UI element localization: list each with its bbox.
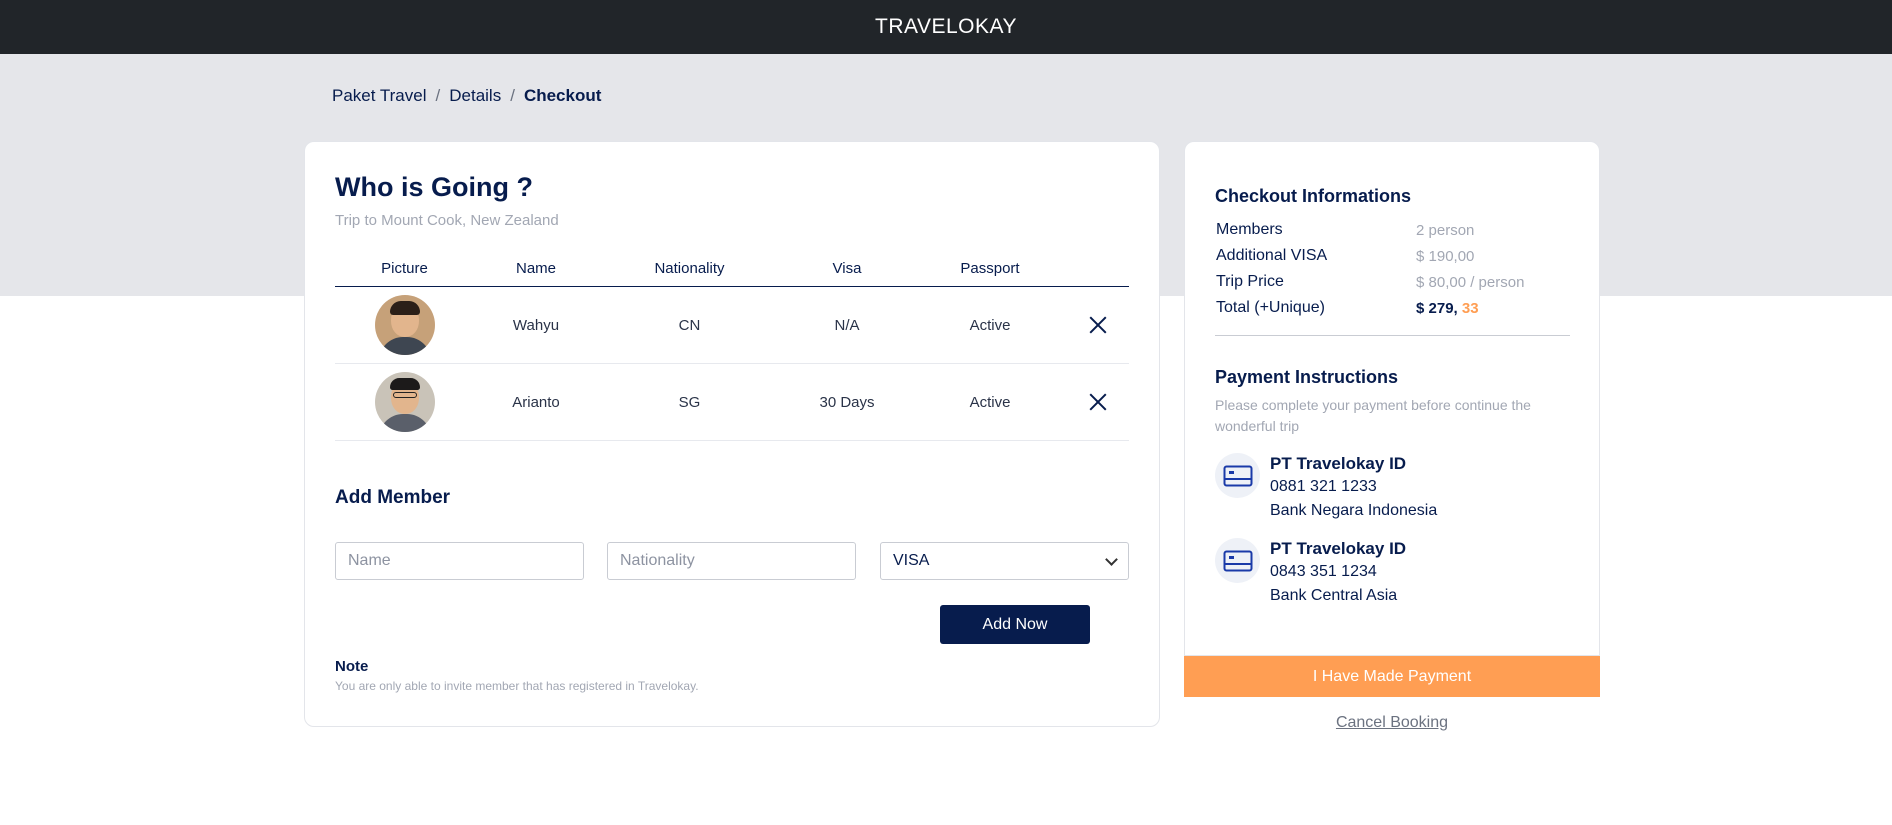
bank-account-name: PT Travelokay ID	[1270, 539, 1407, 558]
header-nationality: Nationality	[654, 259, 725, 277]
member-visa: 30 Days	[819, 393, 875, 411]
info-value: 2 person	[1416, 221, 1475, 239]
info-label: Additional VISA	[1216, 247, 1328, 264]
members-card: Who is Going ? Trip to Mount Cook, New Z…	[304, 141, 1160, 727]
cancel-booking-link[interactable]: Cancel Booking	[1184, 714, 1600, 732]
checkout-info-title: Checkout Informations	[1215, 186, 1412, 206]
note-text: You are only able to invite member that …	[335, 679, 699, 693]
bank-name: Bank Central Asia	[1270, 587, 1398, 604]
add-now-button[interactable]: Add Now	[940, 605, 1090, 644]
breadcrumb: Paket Travel / Details / Checkout	[332, 86, 601, 106]
picture-cell	[335, 295, 474, 355]
top-navbar: TRAVELOKAY	[0, 0, 1892, 54]
info-label: Total (+Unique)	[1216, 299, 1325, 316]
info-label: Members	[1216, 221, 1283, 238]
remove-member-cell	[1067, 393, 1129, 411]
info-value: $ 190,00	[1416, 247, 1475, 265]
header-name: Name	[515, 259, 556, 277]
info-row-visa: Additional VISA $ 190,00	[1216, 243, 1576, 269]
info-value: $ 80,00 / person	[1416, 273, 1525, 291]
member-passport: Active	[969, 316, 1011, 334]
payment-instructions-text: Please complete your payment before cont…	[1215, 397, 1531, 434]
checkout-info-list: Members 2 person Additional VISA $ 190,0…	[1216, 217, 1576, 321]
visa-select-value: VISA	[893, 552, 930, 569]
total-main: $ 279,	[1416, 299, 1458, 317]
breadcrumb-paket-travel[interactable]: Paket Travel	[332, 86, 427, 106]
avatar	[374, 372, 435, 432]
brand-logo[interactable]: TRAVELOKAY	[875, 15, 1017, 39]
avatar	[374, 295, 435, 355]
bank-account: PT Travelokay ID 0843 351 1234 Bank Cent…	[1215, 538, 1575, 608]
member-visa: N/A	[834, 316, 860, 334]
bank-name: Bank Negara Indonesia	[1270, 502, 1438, 519]
page-title: Who is Going ?	[335, 172, 533, 202]
bank-account-name: PT Travelokay ID	[1270, 454, 1407, 473]
total-unique-cents: 33	[1461, 299, 1479, 317]
info-label: Trip Price	[1216, 273, 1284, 290]
table-row: Arianto SG 30 Days Active	[335, 364, 1129, 441]
member-nationality: CN	[678, 316, 701, 334]
breadcrumb-checkout: Checkout	[523, 86, 602, 105]
member-passport: Active	[969, 393, 1011, 411]
member-name: Wahyu	[512, 316, 560, 334]
header-picture: Picture	[381, 259, 428, 277]
chevron-down-icon	[1105, 552, 1118, 566]
remove-member-icon[interactable]	[1089, 316, 1107, 334]
breadcrumb-separator: /	[435, 86, 441, 105]
info-row-total: Total (+Unique) $ 279, 33	[1216, 295, 1576, 321]
header-passport: Passport	[960, 259, 1020, 277]
breadcrumb-details[interactable]: Details	[449, 86, 501, 106]
header-visa: Visa	[832, 259, 862, 277]
member-nationality: SG	[678, 393, 701, 411]
members-table: Picture Name Nationality Visa Passport W…	[335, 250, 1129, 441]
divider	[1215, 335, 1570, 336]
trip-subtitle: Trip to Mount Cook, New Zealand	[335, 212, 559, 229]
bank-account-number: 0881 321 1233	[1270, 478, 1377, 495]
picture-cell	[335, 372, 474, 432]
info-row-members: Members 2 person	[1216, 217, 1576, 243]
remove-member-cell	[1067, 316, 1129, 334]
breadcrumb-separator: /	[510, 86, 515, 105]
info-row-trip-price: Trip Price $ 80,00 / person	[1216, 269, 1576, 295]
visa-select[interactable]: VISA	[880, 542, 1129, 580]
add-member-title: Add Member	[335, 487, 451, 508]
table-row: Wahyu CN N/A Active	[335, 287, 1129, 364]
remove-member-icon[interactable]	[1089, 393, 1107, 411]
payment-instructions-title: Payment Instructions	[1215, 367, 1399, 387]
bank-account: PT Travelokay ID 0881 321 1233 Bank Nega…	[1215, 453, 1575, 523]
credit-card-icon	[1215, 538, 1260, 583]
checkout-sidebar: Checkout Informations Members 2 person A…	[1184, 141, 1600, 656]
bank-account-number: 0843 351 1234	[1270, 563, 1377, 580]
credit-card-icon	[1215, 453, 1260, 498]
total-value: $ 279, 33	[1416, 300, 1479, 317]
nationality-input[interactable]	[607, 542, 856, 580]
note-title: Note	[335, 658, 369, 675]
table-header: Picture Name Nationality Visa Passport	[335, 250, 1129, 287]
member-name: Arianto	[512, 393, 560, 411]
name-input[interactable]	[335, 542, 584, 580]
made-payment-button[interactable]: I Have Made Payment	[1184, 656, 1600, 697]
